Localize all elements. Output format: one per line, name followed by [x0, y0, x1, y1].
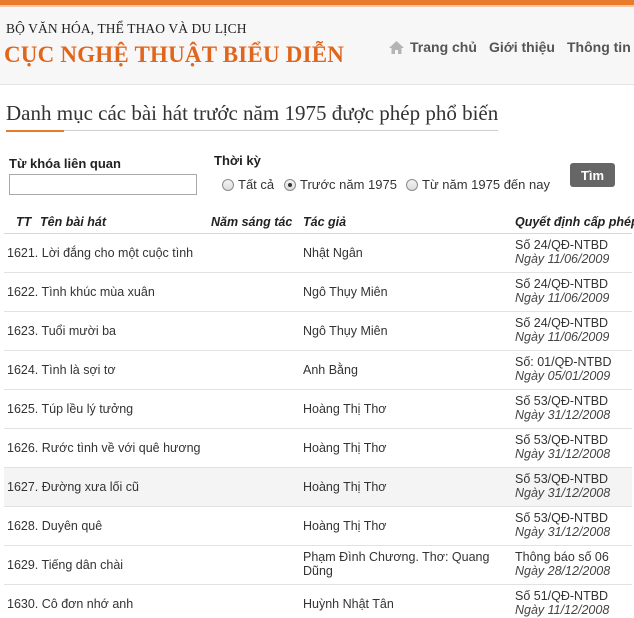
table-row: 1624. Tình là sợi tơ Anh Bằng Số: 01/QĐ-…: [4, 351, 632, 390]
song-author: Anh Bằng: [303, 363, 358, 377]
song-author: Nhật Ngân: [303, 246, 363, 260]
page-title: Danh mục các bài hát trước năm 1975 được…: [6, 101, 499, 125]
radio-since-1975[interactable]: Từ năm 1975 đến nay: [406, 177, 550, 192]
period-label: Thời kỳ: [214, 153, 261, 168]
song-decision: Thông báo số 06 Ngày 28/12/2008: [515, 550, 610, 578]
song-name: 1622. Tình khúc mùa xuân: [7, 285, 155, 299]
header-song-name: Tên bài hát: [40, 215, 106, 229]
decision-number: Thông báo số 06: [515, 550, 609, 564]
decision-date: Ngày 11/12/2008: [515, 603, 610, 617]
table-row: 1629. Tiếng dân chài Phạm Đình Chương. T…: [4, 546, 632, 585]
song-name: 1626. Rước tình về với quê hương: [7, 441, 201, 455]
nav-home-label: Trang chủ: [410, 39, 477, 55]
radio-since-1975-button[interactable]: [406, 178, 418, 191]
decision-number: Số: 01/QĐ-NTBD: [515, 355, 612, 369]
radio-all-button[interactable]: [222, 178, 234, 191]
song-name: 1628. Duyên quê: [7, 519, 103, 533]
decision-date: Ngày 11/06/2009: [515, 291, 610, 305]
decision-number: Số 51/QĐ-NTBD: [515, 589, 609, 603]
decision-date: Ngày 05/01/2009: [515, 369, 611, 383]
table-row: 1625. Túp lều lý tưởng Hoàng Thị Thơ Số …: [4, 390, 632, 429]
header-author: Tác giả: [303, 215, 347, 229]
song-author: Phạm Đình Chương. Thơ: Quang Dũng: [303, 550, 490, 578]
song-author: Hoàng Thị Thơ: [303, 519, 387, 533]
song-decision: Số 24/QĐ-NTBD Ngày 11/06/2009: [515, 316, 609, 344]
decision-number: Số 24/QĐ-NTBD: [515, 277, 609, 291]
song-name: 1627. Đường xưa lối cũ: [7, 480, 139, 494]
nav-info[interactable]: Thông tin: [567, 36, 631, 58]
header-decision: Quyết định cấp phép: [515, 215, 634, 229]
decision-number: Số 53/QĐ-NTBD: [515, 394, 609, 408]
song-decision: Số 53/QĐ-NTBD Ngày 31/12/2008: [515, 394, 610, 422]
title-accent: [6, 130, 64, 132]
table-row: 1621. Lời đắng cho một cuộc tình Nhật Ng…: [4, 234, 632, 273]
decision-date: Ngày 31/12/2008: [515, 486, 611, 500]
table-header: TT Tên bài hát Năm sáng tác Tác giả Quyế…: [4, 210, 634, 234]
song-author: Ngô Thụy Miên: [303, 324, 388, 338]
site-header: BỘ VĂN HÓA, THỂ THAO VÀ DU LỊCH CỤC NGHỆ…: [0, 7, 634, 85]
song-name: 1624. Tình là sợi tơ: [7, 363, 116, 377]
table-row: 1630. Cô đơn nhớ anh Huỳnh Nhật Tân Số 5…: [4, 585, 632, 618]
nav-home[interactable]: Trang chủ: [388, 36, 477, 58]
decision-number: Số 24/QĐ-NTBD: [515, 238, 609, 252]
ministry-name: BỘ VĂN HÓA, THỂ THAO VÀ DU LỊCH: [6, 21, 247, 36]
decision-number: Số 53/QĐ-NTBD: [515, 511, 609, 525]
agency-logo-text[interactable]: CỤC NGHỆ THUẬT BIỂU DIỄN: [4, 42, 344, 68]
song-decision: Số 24/QĐ-NTBD Ngày 11/06/2009: [515, 277, 609, 305]
decision-date: Ngày 31/12/2008: [515, 447, 611, 461]
song-name: 1623. Tuổi mười ba: [7, 324, 116, 338]
table-row: 1622. Tình khúc mùa xuân Ngô Thụy Miên S…: [4, 273, 632, 312]
decision-date: Ngày 31/12/2008: [515, 408, 611, 422]
decision-number: Số 53/QĐ-NTBD: [515, 472, 609, 486]
table-row: 1626. Rước tình về với quê hương Hoàng T…: [4, 429, 632, 468]
song-decision: Số 53/QĐ-NTBD Ngày 31/12/2008: [515, 472, 610, 500]
song-name: 1621. Lời đắng cho một cuộc tình: [7, 246, 194, 260]
song-name: 1630. Cô đơn nhớ anh: [7, 597, 134, 611]
radio-before-1975-button[interactable]: [284, 178, 296, 191]
table-row: 1623. Tuổi mười ba Ngô Thụy Miên Số 24/Q…: [4, 312, 632, 351]
decision-date: Ngày 28/12/2008: [515, 564, 611, 578]
home-icon: [389, 40, 404, 54]
song-table-body: 1621. Lời đắng cho một cuộc tình Nhật Ng…: [4, 234, 632, 618]
keyword-label: Từ khóa liên quan: [9, 156, 121, 171]
radio-all-label: Tất cả: [238, 177, 275, 192]
song-author: Huỳnh Nhật Tân: [303, 597, 394, 611]
table-row-highlighted: 1627. Đường xưa lối cũ Hoàng Thị Thơ Số …: [4, 468, 632, 507]
song-name: 1629. Tiếng dân chài: [7, 558, 124, 572]
header-tt: TT: [16, 215, 32, 229]
song-author: Ngô Thụy Miên: [303, 285, 388, 299]
header-year: Năm sáng tác: [211, 215, 293, 229]
table-row: 1628. Duyên quê Hoàng Thị Thơ Số 53/QĐ-N…: [4, 507, 632, 546]
nav-intro[interactable]: Giới thiệu: [489, 36, 555, 58]
nav-intro-label: Giới thiệu: [489, 39, 555, 55]
nav-info-label: Thông tin: [567, 39, 631, 55]
search-button[interactable]: Tìm: [570, 163, 615, 187]
song-name: 1625. Túp lều lý tưởng: [7, 402, 134, 416]
song-author: Hoàng Thị Thơ: [303, 480, 387, 494]
song-decision: Số 24/QĐ-NTBD Ngày 11/06/2009: [515, 238, 609, 266]
keyword-input[interactable]: [9, 174, 197, 195]
decision-date: Ngày 31/12/2008: [515, 525, 611, 539]
song-decision: Số: 01/QĐ-NTBD Ngày 05/01/2009: [515, 355, 612, 383]
decision-date: Ngày 11/06/2009: [515, 252, 610, 266]
decision-number: Số 24/QĐ-NTBD: [515, 316, 609, 330]
song-author: Hoàng Thị Thơ: [303, 402, 387, 416]
song-decision: Số 53/QĐ-NTBD Ngày 31/12/2008: [515, 511, 610, 539]
radio-before-1975-label: Trước năm 1975: [300, 177, 397, 192]
song-author: Hoàng Thị Thơ: [303, 441, 387, 455]
song-decision: Số 51/QĐ-NTBD Ngày 11/12/2008: [515, 589, 609, 617]
decision-number: Số 53/QĐ-NTBD: [515, 433, 609, 447]
radio-before-1975[interactable]: Trước năm 1975: [284, 177, 397, 192]
song-decision: Số 53/QĐ-NTBD Ngày 31/12/2008: [515, 433, 610, 461]
radio-all[interactable]: Tất cả: [222, 177, 274, 192]
decision-date: Ngày 11/06/2009: [515, 330, 610, 344]
radio-since-1975-label: Từ năm 1975 đến nay: [422, 177, 550, 192]
title-divider: [6, 130, 498, 131]
